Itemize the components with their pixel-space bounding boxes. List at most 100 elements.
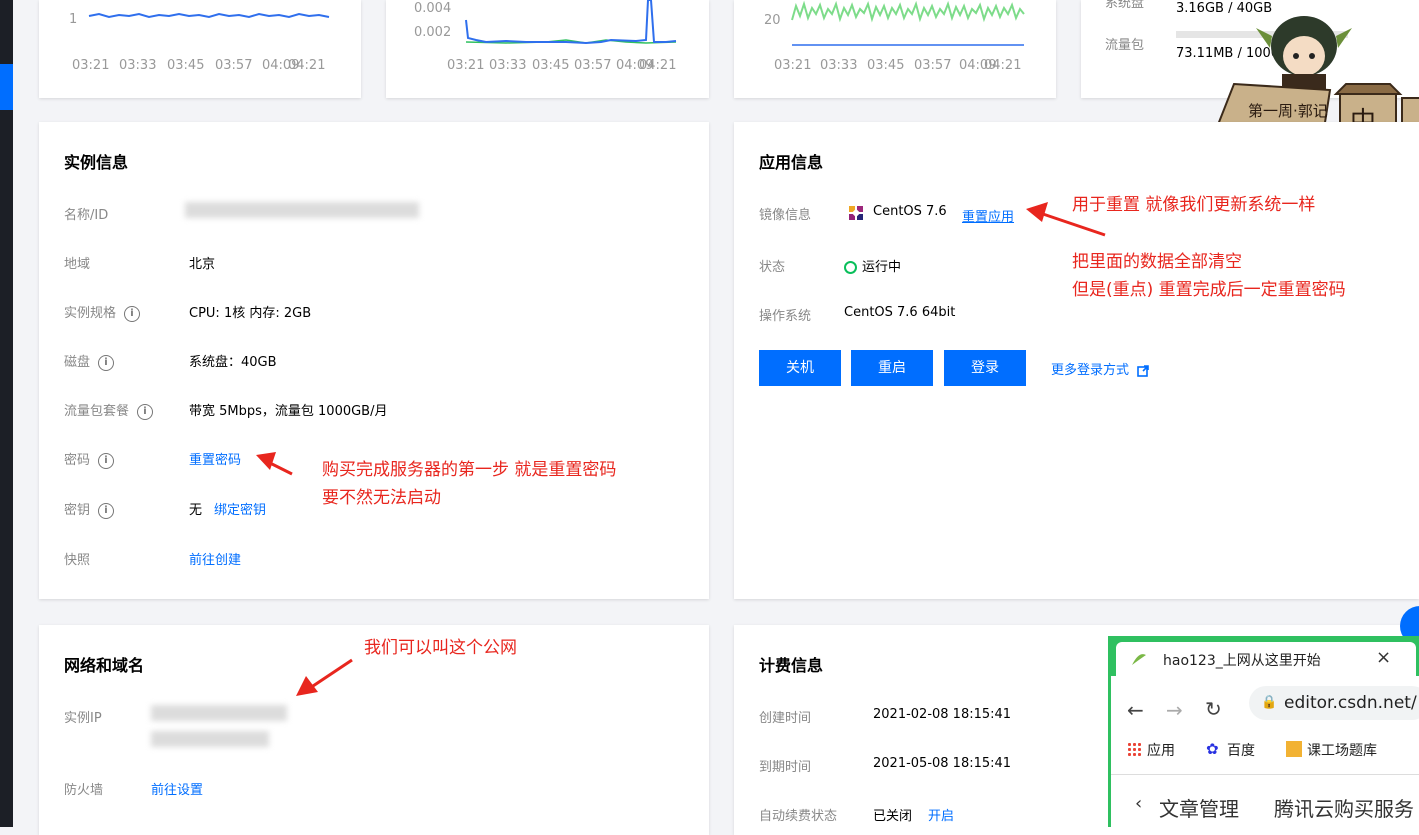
x-tick: 03:57 bbox=[914, 58, 952, 73]
restart-button[interactable]: 重启 bbox=[851, 350, 933, 386]
chart-card-connections: 20 03:21 03:33 03:45 03:57 04:09 04:21 bbox=[734, 0, 1056, 98]
svg-text:第一周·郭记: 第一周·郭记 bbox=[1248, 102, 1328, 120]
traffic-package-value: 带宽 5Mbps，流量包 1000GB/月 bbox=[189, 404, 388, 419]
disk-value: 系统盘：40GB bbox=[189, 355, 277, 370]
spec-label: 实例规格 i bbox=[64, 302, 141, 322]
chart-card-network: 0.004 0.002 03:21 03:33 03:45 03:57 04:0… bbox=[386, 0, 709, 98]
public-ip-redacted bbox=[151, 705, 287, 721]
lock-icon: 🔒 bbox=[1261, 695, 1278, 710]
auto-renew-label: 自动续费状态 bbox=[759, 809, 838, 824]
image-label: 镜像信息 bbox=[759, 208, 812, 223]
disk-label: 磁盘 i bbox=[64, 351, 115, 371]
enable-renew-link[interactable]: 开启 bbox=[928, 805, 954, 824]
cpu-chart-line bbox=[88, 12, 330, 19]
instance-info-card: 实例信息 名称/ID 地域 北京 实例规格 i CPU: 1核 内存: 2GB 磁… bbox=[39, 122, 709, 599]
spec-value: CPU: 1核 内存: 2GB bbox=[189, 306, 312, 321]
reset-app-link[interactable]: 重置应用 bbox=[962, 206, 1014, 225]
region-value: 北京 bbox=[189, 257, 216, 272]
annotation-reset-app: 用于重置 就像我们更新系统一样 bbox=[1072, 195, 1316, 215]
name-id-label: 名称/ID bbox=[64, 208, 109, 223]
address-bar[interactable]: 🔒 editor.csdn.net/ bbox=[1249, 686, 1419, 720]
x-tick: 03:33 bbox=[489, 58, 527, 73]
x-tick: 04:21 bbox=[984, 58, 1022, 73]
info-icon[interactable]: i bbox=[98, 354, 115, 371]
shutdown-button[interactable]: 关机 bbox=[759, 350, 841, 386]
running-status-icon bbox=[844, 261, 857, 274]
kgc-icon bbox=[1286, 741, 1302, 757]
region-label: 地域 bbox=[64, 257, 91, 272]
instance-ip-label: 实例IP bbox=[64, 711, 102, 726]
annotation-reset-password: 购买完成服务器的第一步 就是重置密码 要不然无法启动 bbox=[322, 460, 617, 508]
x-tick: 03:57 bbox=[215, 58, 253, 73]
bind-key-link[interactable]: 绑定密钥 bbox=[214, 499, 266, 518]
annotation-public-ip: 我们可以叫这个公网 bbox=[364, 638, 517, 658]
billing-title: 计费信息 bbox=[759, 656, 824, 675]
key-value: 无 bbox=[189, 503, 203, 518]
snapshot-label: 快照 bbox=[64, 553, 91, 568]
expire-time-value: 2021-05-08 18:15:41 bbox=[873, 756, 1012, 771]
reload-icon[interactable]: ↻ bbox=[1205, 697, 1222, 721]
back-icon[interactable]: ← bbox=[1127, 698, 1144, 722]
os-value: CentOS 7.6 64bit bbox=[844, 305, 956, 320]
status-value: 运行中 bbox=[844, 256, 901, 275]
image-value: CentOS 7.6 bbox=[873, 204, 947, 219]
x-tick: 03:21 bbox=[447, 58, 485, 73]
more-login-link[interactable]: 更多登录方式 bbox=[1051, 359, 1149, 378]
reset-password-link[interactable]: 重置密码 bbox=[189, 449, 241, 468]
browser-tab[interactable]: hao123_上网从这里开始 × bbox=[1116, 642, 1416, 676]
browser-page-content: ‹ 文章管理 腾讯云购买服务 bbox=[1111, 774, 1419, 828]
info-icon[interactable]: i bbox=[124, 305, 141, 322]
page-title-text: 腾讯云购买服务 bbox=[1274, 797, 1414, 821]
chart-card-cpu: 1 03:21 03:33 03:45 03:57 04:09 04:21 bbox=[39, 0, 361, 98]
x-tick: 03:45 bbox=[167, 58, 205, 73]
info-icon[interactable]: i bbox=[98, 452, 115, 469]
name-id-value-redacted bbox=[185, 202, 419, 218]
sidebar-active-indicator bbox=[0, 64, 13, 110]
expire-time-label: 到期时间 bbox=[759, 760, 812, 775]
baidu-icon: ✿ bbox=[1206, 740, 1219, 758]
browser-window: hao123_上网从这里开始 × ← → ↻ 🔒 editor.csdn.net… bbox=[1108, 636, 1419, 827]
info-icon[interactable]: i bbox=[137, 403, 154, 420]
bookmark-kgc[interactable]: 课工场题库 bbox=[1307, 740, 1377, 760]
auto-renew-value: 已关闭 bbox=[873, 809, 913, 824]
os-label: 操作系统 bbox=[759, 309, 812, 324]
bookmark-baidu[interactable]: 百度 bbox=[1227, 740, 1255, 760]
close-tab-icon[interactable]: × bbox=[1376, 647, 1391, 668]
x-tick: 03:33 bbox=[119, 58, 157, 73]
login-button[interactable]: 登录 bbox=[944, 350, 1026, 386]
network-chart-lines bbox=[465, 0, 677, 45]
x-tick: 03:21 bbox=[72, 58, 110, 73]
page-back-chevron-icon[interactable]: ‹ bbox=[1135, 793, 1142, 814]
forward-icon[interactable]: → bbox=[1166, 698, 1183, 722]
created-time-value: 2021-02-08 18:15:41 bbox=[873, 707, 1012, 722]
x-tick: 03:33 bbox=[820, 58, 858, 73]
apps-grid-icon[interactable] bbox=[1127, 742, 1141, 756]
instance-info-title: 实例信息 bbox=[64, 153, 129, 172]
x-tick: 03:57 bbox=[574, 58, 612, 73]
x-tick: 03:45 bbox=[532, 58, 570, 73]
info-icon[interactable]: i bbox=[98, 502, 115, 519]
centos-logo-icon bbox=[846, 203, 866, 227]
address-bar-url: editor.csdn.net/ bbox=[1284, 693, 1417, 713]
x-tick: 04:21 bbox=[639, 58, 677, 73]
firewall-settings-link[interactable]: 前往设置 bbox=[151, 779, 203, 798]
firewall-label: 防火墙 bbox=[64, 783, 104, 798]
create-snapshot-link[interactable]: 前往创建 bbox=[189, 549, 241, 568]
password-label: 密码 i bbox=[64, 449, 115, 469]
status-label: 状态 bbox=[759, 260, 786, 275]
private-ip-redacted bbox=[151, 731, 269, 747]
external-link-icon bbox=[1137, 364, 1149, 377]
traffic-package-label: 流量包套餐 i bbox=[64, 400, 154, 420]
app-info-title: 应用信息 bbox=[759, 153, 824, 172]
article-manage-text[interactable]: 文章管理 bbox=[1159, 793, 1239, 822]
bookmark-apps[interactable]: 应用 bbox=[1147, 740, 1175, 760]
traffic-usage-label: 流量包 bbox=[1105, 38, 1145, 53]
connections-chart-lines bbox=[791, 0, 1025, 46]
x-tick: 03:21 bbox=[774, 58, 812, 73]
bookmarks-bar: 应用 ✿ 百度 课工场题库 bbox=[1111, 734, 1419, 764]
key-label: 密钥 i bbox=[64, 499, 115, 519]
hao123-favicon-icon bbox=[1130, 651, 1148, 667]
annotation-clear-data: 把里面的数据全部清空 但是(重点) 重置完成后一定重置密码 bbox=[1072, 252, 1346, 300]
disk-usage-label: 系统盘 bbox=[1105, 0, 1145, 11]
browser-tab-title: hao123_上网从这里开始 bbox=[1163, 653, 1321, 669]
